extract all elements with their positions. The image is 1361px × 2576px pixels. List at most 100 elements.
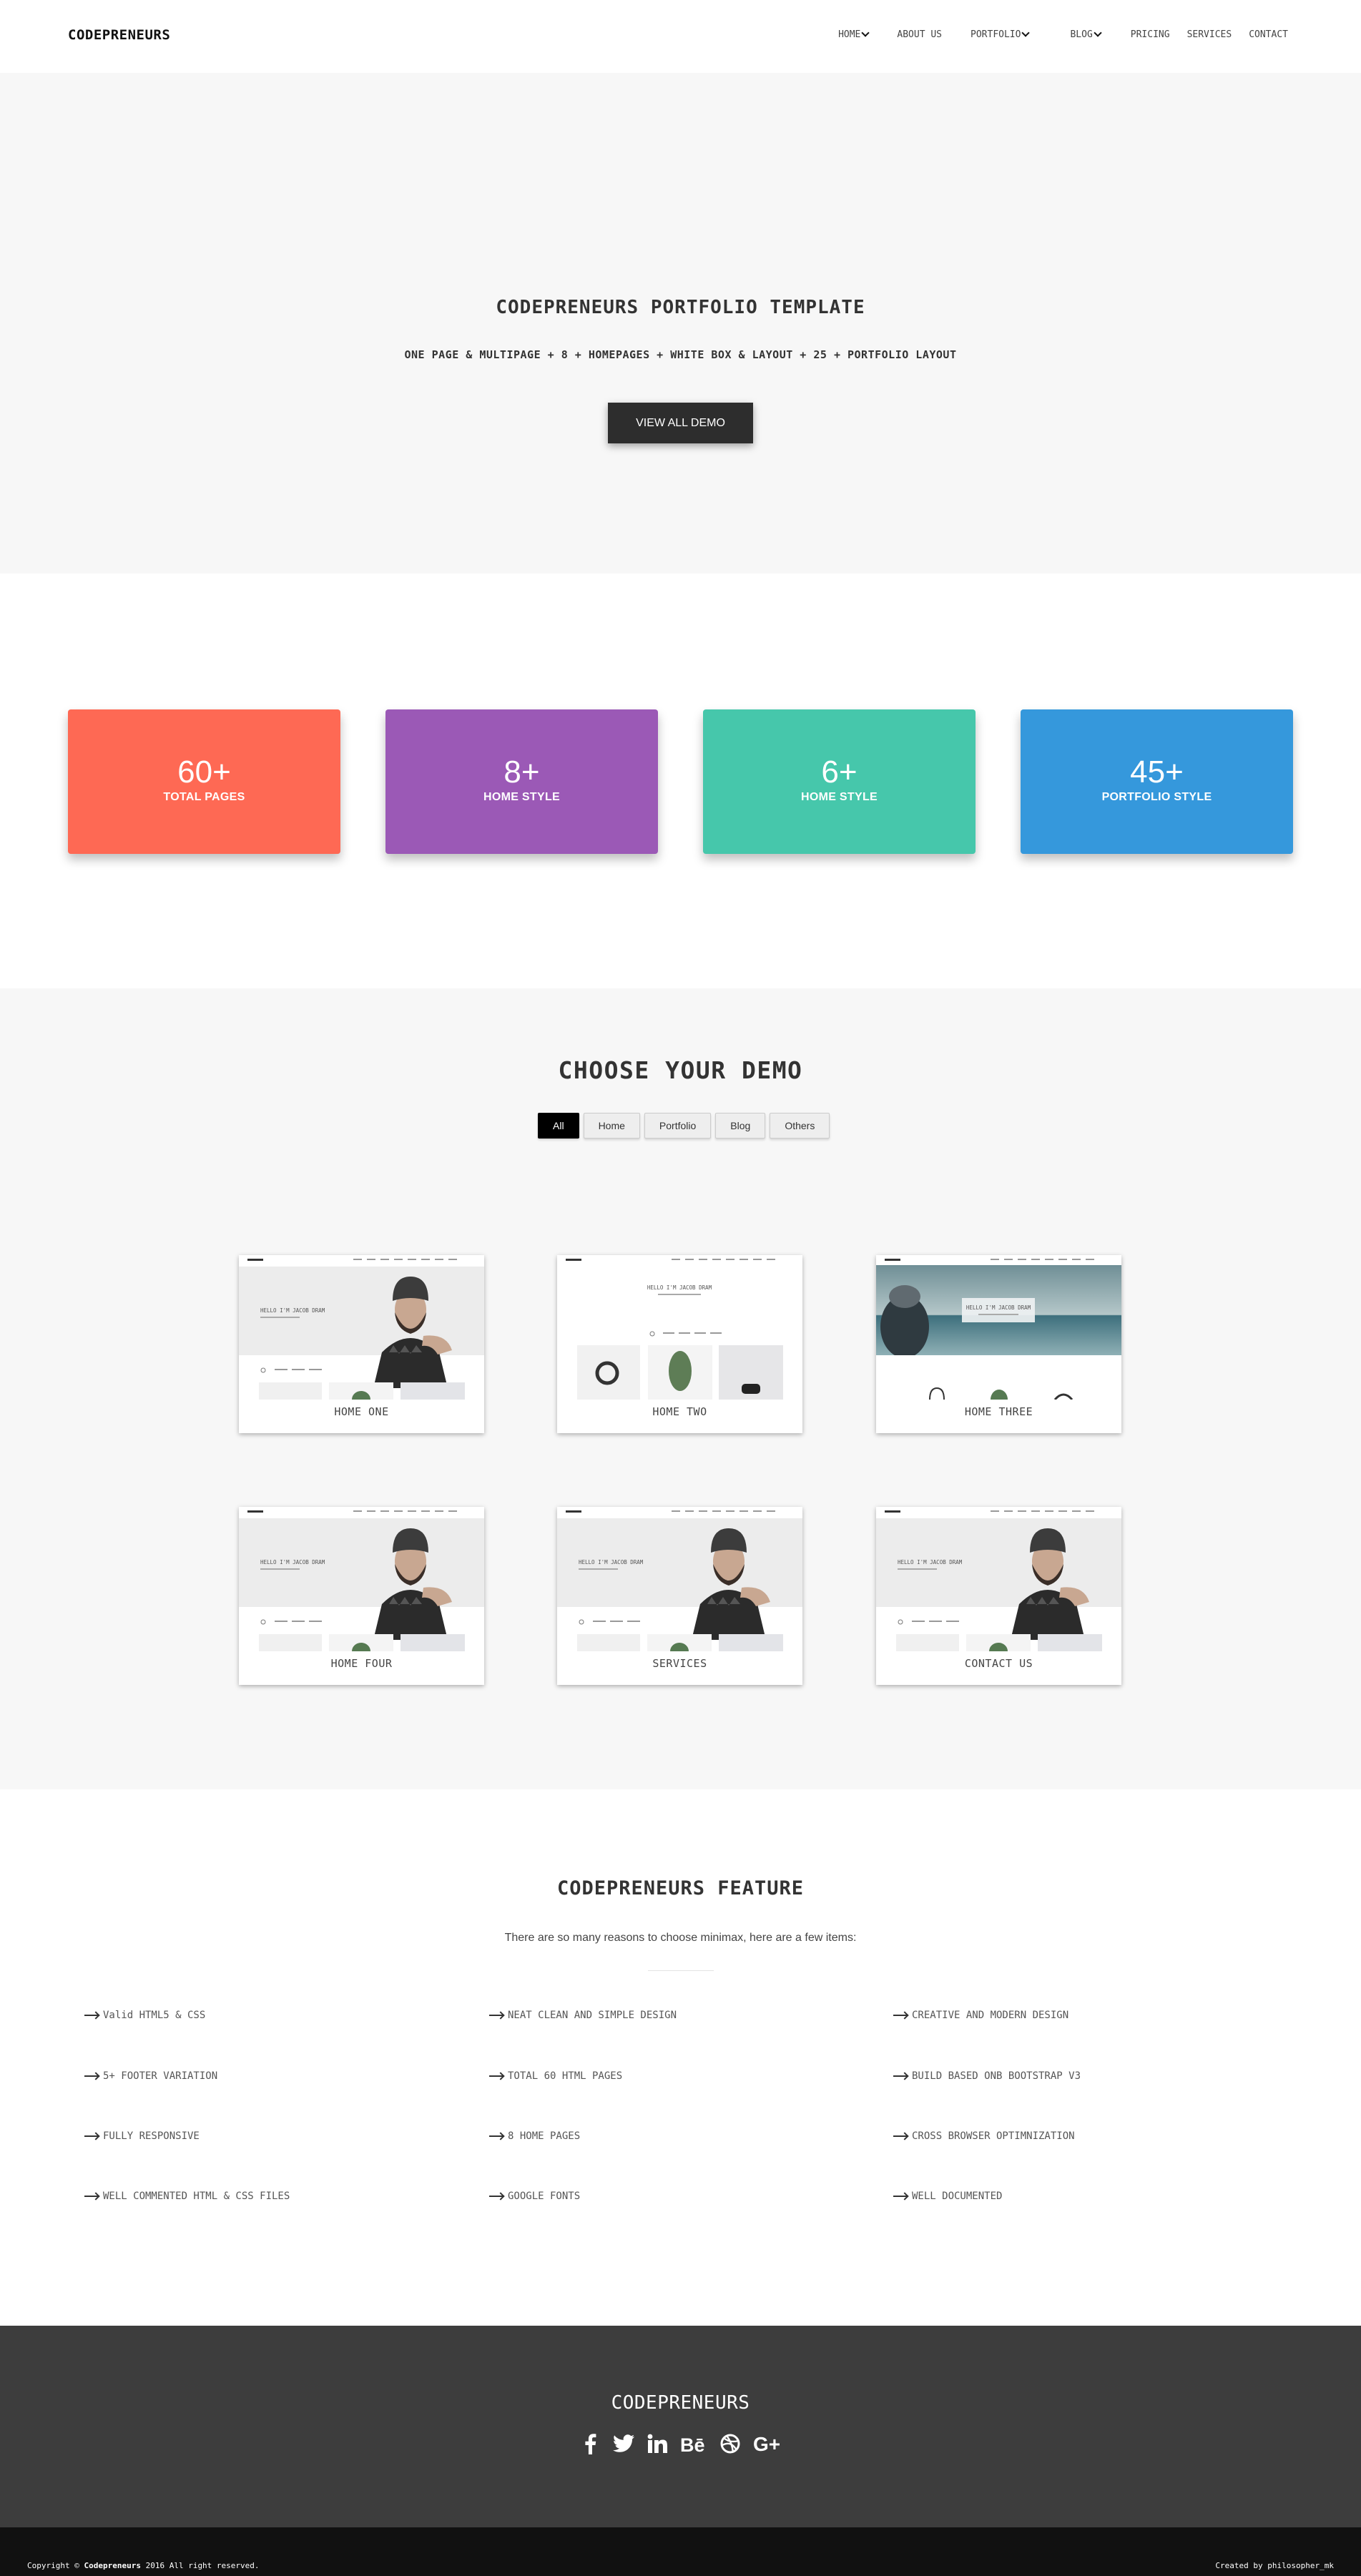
demo-card[interactable]: HELLO I'M JACOB DRAM HOME THREE [876, 1255, 1121, 1433]
arrow-right-icon [84, 2133, 100, 2140]
linkedin-icon[interactable] [647, 2433, 668, 2454]
nav-item-label: HOME [838, 29, 861, 40]
arrow-right-icon [893, 2193, 909, 2200]
arrow-right-icon [489, 2193, 505, 2200]
svg-text:HELLO I'M JACOB DRAM: HELLO I'M JACOB DRAM [647, 1284, 712, 1291]
demo-card[interactable]: HELLO I'M JACOB DRAM CONTACT US [876, 1507, 1121, 1685]
features-section: CODEPRENEURS FEATURE There are so many r… [0, 1789, 1361, 2326]
chevron-down-icon [861, 29, 870, 37]
demo-preview-svg: HELLO I'M JACOB DRAM [876, 1255, 1121, 1400]
demo-preview-image: HELLO I'M JACOB DRAM [557, 1255, 802, 1400]
demo-preview-svg: HELLO I'M JACOB DRAM [239, 1255, 484, 1400]
feature-label: TOTAL 60 HTML PAGES [508, 2070, 623, 2082]
filter-blog-button[interactable]: Blog [715, 1113, 766, 1139]
feature-item: WELL COMMENTED HTML & CSS FILES [84, 2191, 290, 2202]
navbar: CODEPRENEURS HOME ABOUT US PORTFOLIO BLO… [0, 0, 1361, 73]
svg-text:HELLO I'M JACOB DRAM: HELLO I'M JACOB DRAM [898, 1559, 963, 1565]
feature-label: BUILD BASED ONB BOOTSTRAP V3 [912, 2070, 1081, 2082]
demo-filter-bar: All Home Portfolio Blog Others [538, 1113, 834, 1139]
stat-value: 6+ [821, 754, 858, 790]
demo-preview-svg: HELLO I'M JACOB DRAM [557, 1507, 802, 1651]
demo-preview-image: HELLO I'M JACOB DRAM [557, 1507, 802, 1651]
dribbble-icon[interactable] [719, 2433, 741, 2454]
feature-label: 5+ FOOTER VARIATION [103, 2070, 218, 2082]
demo-card-caption: CONTACT US [964, 1657, 1033, 1670]
feature-label: WELL DOCUMENTED [912, 2191, 1003, 2202]
feature-item: TOTAL 60 HTML PAGES [489, 2070, 622, 2082]
copyright-text: Copyright © Codepreneurs 2016 All right … [27, 2561, 260, 2570]
brand-logo[interactable]: CODEPRENEURS [68, 27, 170, 43]
feature-item: Valid HTML5 & CSS [84, 2010, 205, 2021]
demo-card[interactable]: HELLO I'M JACOB DRAM SERVICES [557, 1507, 802, 1685]
stat-label: PORTFOLIO STYLE [1101, 791, 1212, 803]
nav-item-services[interactable]: SERVICES [1187, 29, 1232, 40]
demo-preview-image: HELLO I'M JACOB DRAM [876, 1507, 1121, 1651]
arrow-right-icon [489, 2012, 505, 2019]
copyright-bar: Copyright © Codepreneurs 2016 All right … [0, 2527, 1361, 2576]
nav-item-portfolio[interactable]: PORTFOLIO [971, 29, 1031, 40]
feature-item: CROSS BROWSER OPTIMNIZATION [893, 2130, 1075, 2142]
arrow-right-icon [893, 2133, 909, 2140]
copyright-brand: Codepreneurs [84, 2561, 141, 2570]
arrow-right-icon [893, 2073, 909, 2080]
nav-item-label: BLOG [1070, 29, 1093, 40]
view-all-demo-button[interactable]: VIEW ALL DEMO [608, 403, 753, 443]
feature-label: WELL COMMENTED HTML & CSS FILES [103, 2191, 290, 2202]
features-title: CODEPRENEURS FEATURE [556, 1877, 805, 1899]
filter-home-button[interactable]: Home [583, 1113, 640, 1139]
filter-others-button[interactable]: Others [770, 1113, 830, 1139]
arrow-right-icon [84, 2193, 100, 2200]
feature-label: Valid HTML5 & CSS [103, 2010, 206, 2021]
nav-item-pricing[interactable]: PRICING [1131, 29, 1170, 40]
nav-item-contact[interactable]: CONTACT [1249, 29, 1288, 40]
behance-icon[interactable]: Bē [680, 2433, 707, 2454]
nav-item-about[interactable]: ABOUT US [897, 29, 942, 40]
stat-value: 45+ [1130, 754, 1184, 790]
svg-text:HELLO I'M JACOB DRAM: HELLO I'M JACOB DRAM [966, 1304, 1031, 1311]
stat-card: 8+ HOME STYLE [385, 709, 658, 854]
svg-text:Bē: Bē [680, 2434, 705, 2453]
filter-all-button[interactable]: All [538, 1113, 579, 1139]
feature-item: GOOGLE FONTS [489, 2191, 580, 2202]
copyright-prefix: Copyright © [27, 2561, 84, 2570]
copyright-suffix: 2016 All right reserved. [140, 2561, 260, 2570]
demo-card-caption: HOME FOUR [330, 1657, 393, 1670]
demo-preview-image: HELLO I'M JACOB DRAM [876, 1255, 1121, 1400]
filter-portfolio-button[interactable]: Portfolio [644, 1113, 712, 1139]
arrow-right-icon [489, 2073, 505, 2080]
stat-label: TOTAL PAGES [163, 791, 245, 803]
feature-item: 8 HOME PAGES [489, 2130, 580, 2142]
main-menu: HOME ABOUT US PORTFOLIO BLOG PRICING SER… [838, 29, 1288, 40]
demo-preview-svg: HELLO I'M JACOB DRAM [557, 1255, 802, 1400]
feature-item: NEAT CLEAN AND SIMPLE DESIGN [489, 2010, 677, 2021]
feature-label: CROSS BROWSER OPTIMNIZATION [912, 2130, 1075, 2142]
nav-item-home[interactable]: HOME [838, 29, 870, 40]
credit-text: Created by philosopher_mk [1215, 2561, 1334, 2570]
feature-item: WELL DOCUMENTED [893, 2191, 1002, 2202]
feature-item: CREATIVE AND MODERN DESIGN [893, 2010, 1068, 2021]
nav-item-label: ABOUT US [897, 29, 943, 40]
demo-card[interactable]: HELLO I'M JACOB DRAM HOME FOUR [239, 1507, 484, 1685]
features-subtitle: There are so many reasons to choose mini… [504, 1932, 857, 1944]
social-links: Bē G+ [579, 2433, 797, 2454]
demo-preview-svg: HELLO I'M JACOB DRAM [876, 1507, 1121, 1651]
facebook-icon[interactable] [579, 2433, 601, 2454]
demo-card[interactable]: HELLO I'M JACOB DRAM HOME ONE [239, 1255, 484, 1433]
google-plus-icon[interactable]: G+ [753, 2433, 785, 2454]
svg-text:G+: G+ [753, 2434, 780, 2454]
stat-label: HOME STYLE [800, 791, 878, 803]
nav-item-label: PORTFOLIO [971, 29, 1021, 40]
svg-text:HELLO I'M JACOB DRAM: HELLO I'M JACOB DRAM [260, 1559, 325, 1565]
demo-card-caption: HOME TWO [652, 1405, 707, 1418]
feature-label: CREATIVE AND MODERN DESIGN [912, 2010, 1069, 2021]
demo-preview-image: HELLO I'M JACOB DRAM [239, 1507, 484, 1651]
twitter-icon[interactable] [613, 2433, 634, 2454]
svg-text:HELLO I'M JACOB DRAM: HELLO I'M JACOB DRAM [260, 1307, 325, 1314]
stat-value: 8+ [503, 754, 540, 790]
feature-label: FULLY RESPONSIVE [103, 2130, 200, 2142]
arrow-right-icon [893, 2012, 909, 2019]
demo-card-caption: SERVICES [652, 1657, 707, 1670]
stat-card: 6+ HOME STYLE [703, 709, 976, 854]
nav-item-blog[interactable]: BLOG [1070, 29, 1102, 40]
demo-card[interactable]: HELLO I'M JACOB DRAM HOME TWO [557, 1255, 802, 1433]
